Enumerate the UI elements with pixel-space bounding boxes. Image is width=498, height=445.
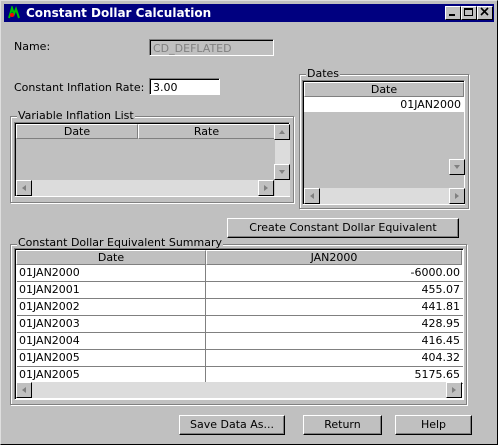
- close-icon[interactable]: [477, 6, 493, 20]
- help-button[interactable]: Help: [395, 415, 472, 435]
- table-row[interactable]: 01JAN2000 -6000.00: [17, 265, 463, 282]
- dialog-window: Constant Dollar Calculation Name: CD_DEF…: [0, 0, 498, 445]
- table-row[interactable]: 01JAN2001 455.07: [17, 282, 463, 299]
- name-label: Name:: [14, 40, 51, 53]
- table-row[interactable]: 01JAN2002 441.81: [17, 299, 463, 316]
- table-row[interactable]: 01JAN2003 428.95: [17, 316, 463, 333]
- column-header-rate[interactable]: Rate: [138, 124, 275, 139]
- create-constant-dollar-button[interactable]: Create Constant Dollar Equivalent: [227, 218, 459, 238]
- row-value: 404.32: [421, 351, 461, 364]
- scroll-right-icon[interactable]: [449, 188, 465, 204]
- horizontal-scrollbar[interactable]: [304, 188, 464, 204]
- inflation-rate-input[interactable]: 3.00: [149, 78, 220, 95]
- scroll-down-icon[interactable]: [449, 159, 465, 175]
- table-row[interactable]: 01JAN2004 416.45: [17, 333, 463, 350]
- column-divider: [205, 265, 206, 281]
- row-date: 01JAN2005: [19, 351, 80, 364]
- maximize-icon[interactable]: [461, 6, 477, 20]
- column-divider: [205, 333, 206, 349]
- title-bar[interactable]: Constant Dollar Calculation: [4, 4, 494, 22]
- save-data-as-button[interactable]: Save Data As...: [179, 415, 285, 435]
- dates-list-item-label: 01JAN2000: [400, 98, 461, 111]
- dates-column-header[interactable]: Date: [304, 82, 464, 97]
- table-row[interactable]: 01JAN2005 404.32: [17, 350, 463, 367]
- column-divider: [205, 316, 206, 332]
- row-date: 01JAN2002: [19, 300, 80, 313]
- row-date: 01JAN2000: [19, 266, 80, 279]
- return-button[interactable]: Return: [303, 415, 382, 435]
- window-title: Constant Dollar Calculation: [26, 6, 212, 20]
- summary-header-jan2000[interactable]: JAN2000: [206, 250, 462, 265]
- horizontal-scrollbar[interactable]: [16, 180, 274, 196]
- summary-header-date[interactable]: Date: [16, 250, 206, 265]
- row-value: 428.95: [421, 317, 461, 330]
- app-icon: [8, 6, 20, 19]
- variable-inflation-table[interactable]: Date Rate: [14, 122, 290, 197]
- column-divider: [205, 367, 206, 383]
- horizontal-scrollbar[interactable]: [16, 382, 462, 398]
- scroll-down-icon[interactable]: [274, 164, 290, 180]
- column-divider: [205, 350, 206, 366]
- row-value: 5175.65: [414, 368, 461, 381]
- summary-table[interactable]: Date JAN2000 01JAN2000 -6000.00 01JAN2001 4…: [14, 248, 464, 400]
- scroll-up-icon[interactable]: [274, 124, 290, 140]
- column-divider: [205, 282, 206, 298]
- variable-inflation-title: Variable Inflation List: [17, 109, 135, 122]
- dates-title: Dates: [306, 67, 341, 80]
- minimize-icon[interactable]: [445, 6, 461, 20]
- column-header-date[interactable]: Date: [16, 124, 138, 139]
- scroll-left-icon[interactable]: [16, 382, 32, 398]
- row-value: -6000.00: [410, 266, 460, 279]
- column-divider: [205, 299, 206, 315]
- row-date: 01JAN2005: [19, 368, 80, 381]
- dates-list[interactable]: Date 01JAN2000: [302, 80, 465, 205]
- row-date: 01JAN2001: [19, 283, 80, 296]
- inflation-rate-label: Constant Inflation Rate:: [14, 81, 145, 94]
- row-date: 01JAN2004: [19, 334, 80, 347]
- name-field: CD_DEFLATED: [149, 39, 274, 56]
- row-value: 455.07: [421, 283, 461, 296]
- scroll-right-icon[interactable]: [258, 180, 274, 196]
- dates-list-item[interactable]: 01JAN2000: [304, 97, 464, 112]
- scroll-left-icon[interactable]: [16, 180, 32, 196]
- row-value: 416.45: [421, 334, 461, 347]
- scroll-right-icon[interactable]: [446, 382, 462, 398]
- scroll-left-icon[interactable]: [304, 188, 320, 204]
- row-value: 441.81: [421, 300, 461, 313]
- row-date: 01JAN2003: [19, 317, 80, 330]
